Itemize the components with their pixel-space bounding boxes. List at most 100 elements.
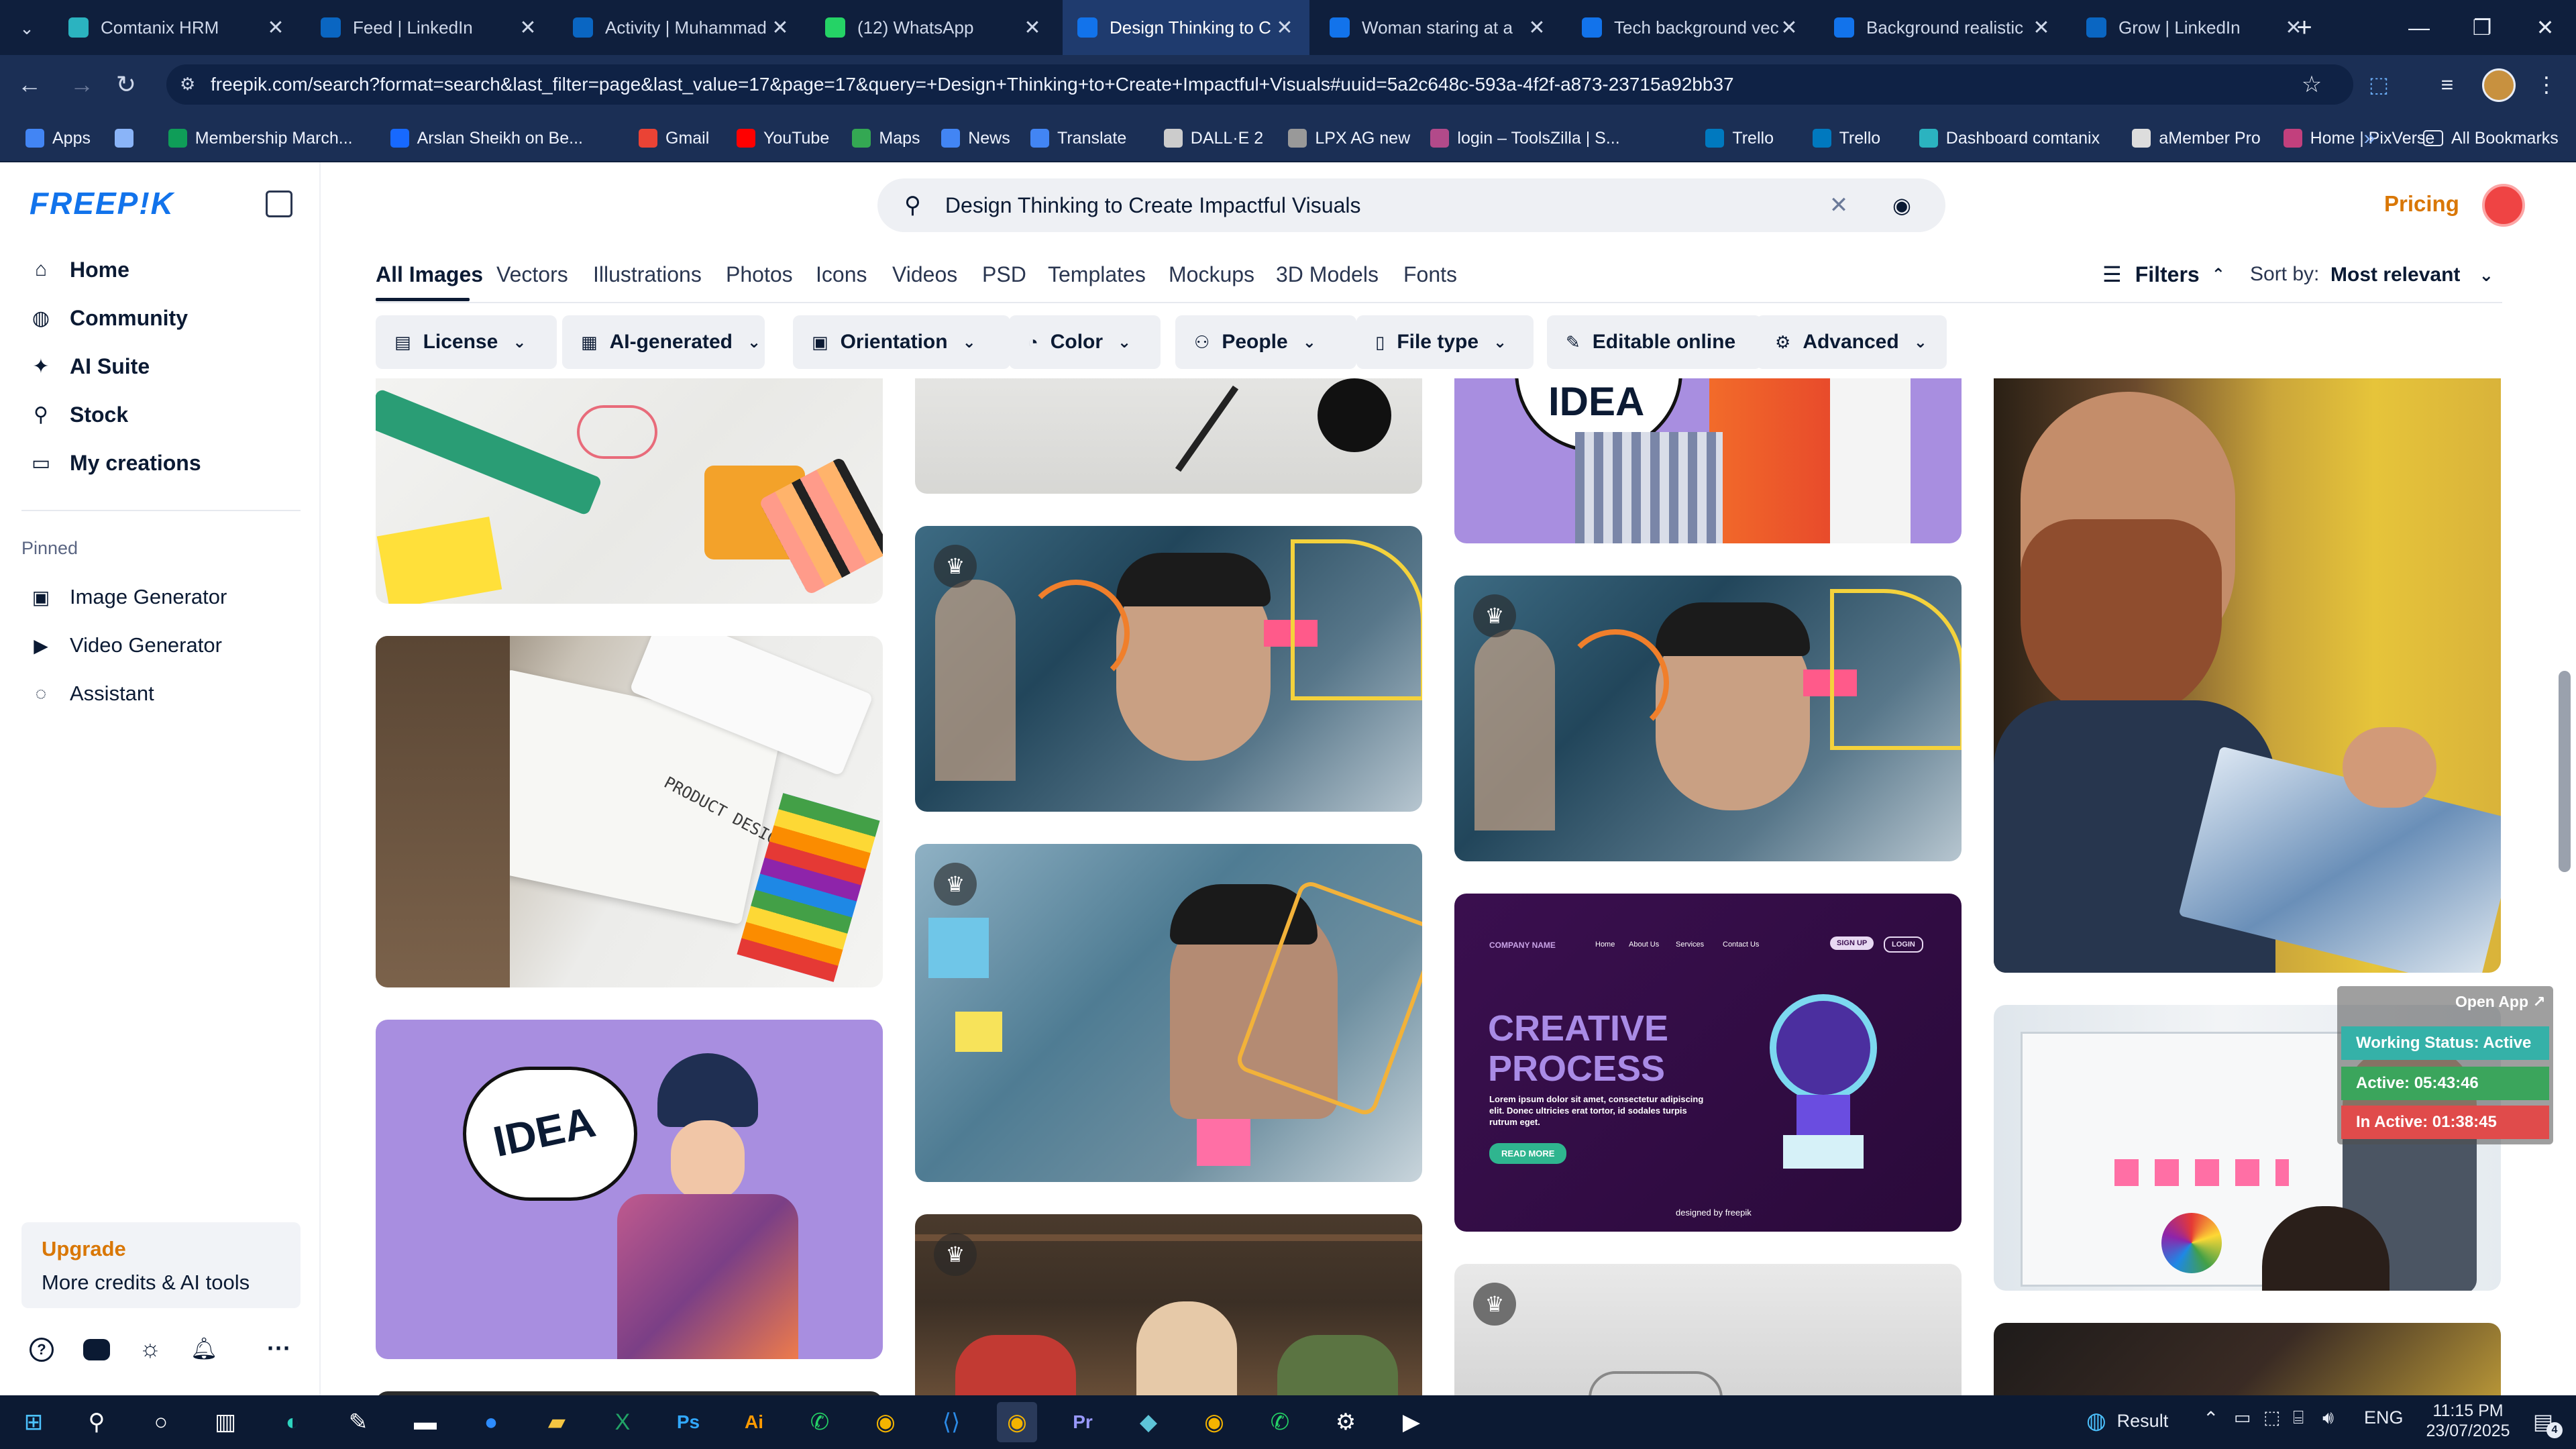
image-card-idea-woman[interactable]: IDEA: [376, 1020, 883, 1359]
settings-gear-icon[interactable]: ⚙: [1326, 1402, 1366, 1442]
sidebar-item-my-creations[interactable]: ▭ My creations: [30, 444, 201, 482]
back-arrow-icon[interactable]: ←: [15, 70, 44, 99]
category-tab-mockups[interactable]: Mockups: [1169, 258, 1254, 291]
more-options-icon[interactable]: ···: [266, 1334, 292, 1362]
filters-button[interactable]: ☰ Filters ⌃: [2102, 258, 2225, 291]
bookmark-item[interactable]: login – ToolsZilla | S...: [1430, 114, 1620, 162]
bookmark-item[interactable]: Trello: [1812, 114, 1880, 162]
bookmark-item[interactable]: Translate: [1030, 114, 1126, 162]
image-card-bearded-artist[interactable]: [1994, 378, 2501, 973]
browser-tab[interactable]: Activity | Muhammad ✕: [558, 0, 805, 55]
close-tab-icon[interactable]: ✕: [266, 16, 286, 40]
profile-avatar[interactable]: [2482, 68, 2516, 102]
browser-tab[interactable]: (12) WhatsApp ✕: [810, 0, 1057, 55]
image-card-product-design[interactable]: PRODUCT DESIGN: [376, 636, 883, 987]
bookmark-item[interactable]: Dashboard comtanix: [1919, 114, 2100, 162]
user-avatar[interactable]: [2482, 184, 2525, 227]
close-tab-icon[interactable]: ✕: [1527, 16, 1547, 40]
tray-chevron-up-icon[interactable]: ⌃: [2203, 1407, 2218, 1430]
all-bookmarks-button[interactable]: All Bookmarks: [2423, 114, 2559, 162]
whatsapp-second-icon[interactable]: ✆: [1260, 1402, 1300, 1442]
category-tab-videos[interactable]: Videos: [892, 258, 957, 291]
bookmark-item[interactable]: News: [941, 114, 1010, 162]
image-card-man-glass-board-1[interactable]: ♛: [915, 526, 1422, 812]
meet-now-icon[interactable]: ▭: [2234, 1407, 2251, 1428]
filter-chip-orientation[interactable]: ▣ Orientation ⌄: [793, 315, 1010, 369]
address-bar[interactable]: ⚙ freepik.com/search?format=search&last_…: [166, 64, 2353, 105]
notifications-bell-icon[interactable]: 🔔︎: [191, 1335, 218, 1362]
media-controls-icon[interactable]: ≡: [2432, 70, 2462, 99]
collapse-sidebar-icon[interactable]: [266, 191, 292, 217]
category-tab-illustrations[interactable]: Illustrations: [593, 258, 702, 291]
zoom-icon[interactable]: ●: [471, 1402, 511, 1442]
sidebar-item-home[interactable]: ⌂ Home: [30, 251, 129, 288]
browser-tab[interactable]: Design Thinking to C ✕: [1063, 0, 1309, 55]
pen-tool-icon[interactable]: ✎: [338, 1402, 378, 1442]
bookmark-item[interactable]: Apps: [25, 114, 91, 162]
whatsapp-taskbar-icon[interactable]: ✆: [800, 1402, 840, 1442]
filter-chip-license[interactable]: ▤ License ⌄: [376, 315, 557, 369]
filter-chip-people[interactable]: ⚇ People ⌄: [1175, 315, 1356, 369]
close-tab-icon[interactable]: ✕: [770, 16, 790, 40]
photoshop-icon[interactable]: Ps: [668, 1402, 708, 1442]
extensions-icon[interactable]: ⬚: [2364, 70, 2394, 99]
bookmark-item[interactable]: DALL·E 2: [1163, 114, 1263, 162]
bookmarks-overflow-chevron-icon[interactable]: »: [2355, 123, 2384, 153]
media-player-icon[interactable]: ▶: [1391, 1402, 1432, 1442]
browser-tab[interactable]: Background realistic ✕: [1819, 0, 2066, 55]
close-tab-icon[interactable]: ✕: [1779, 16, 1799, 40]
sidebar-item-community[interactable]: ◍ Community: [30, 299, 188, 337]
vscode-icon[interactable]: ⟨⟩: [931, 1402, 971, 1442]
bookmark-item[interactable]: YouTube: [737, 114, 829, 162]
filter-chip-file-type[interactable]: ▯ File type ⌄: [1356, 315, 1534, 369]
bookmark-item[interactable]: Arslan Sheikh on Be...: [390, 114, 583, 162]
chrome-profile-icon[interactable]: ◉: [1194, 1402, 1234, 1442]
category-tab-icons[interactable]: Icons: [816, 258, 867, 291]
category-tab-fonts[interactable]: Fonts: [1403, 258, 1457, 291]
excel-icon[interactable]: X: [602, 1402, 643, 1442]
network-icon[interactable]: ⌸: [2293, 1407, 2304, 1429]
sidebar-item-stock[interactable]: ⚲ Stock: [30, 396, 128, 433]
close-window-icon[interactable]: ✕: [2514, 0, 2576, 55]
browser-tab[interactable]: Tech background vec ✕: [1567, 0, 1814, 55]
image-card-craft-supplies[interactable]: [376, 378, 883, 604]
close-tab-icon[interactable]: ✕: [1022, 16, 1042, 40]
help-icon[interactable]: ?: [30, 1338, 54, 1362]
clear-search-close-icon[interactable]: ✕: [1822, 192, 1856, 219]
image-card-man-glass-board-3[interactable]: ♛: [1454, 576, 1962, 861]
new-tab-plus-icon[interactable]: +: [2286, 9, 2322, 46]
clock[interactable]: 11:15 PM 23/07/2025: [2418, 1401, 2518, 1441]
open-app-link[interactable]: Open App ↗: [2455, 993, 2546, 1011]
close-tab-icon[interactable]: ✕: [2031, 16, 2051, 40]
category-tab-3d-models[interactable]: 3D Models: [1276, 258, 1379, 291]
bookmark-item[interactable]: Gmail: [639, 114, 709, 162]
filter-chip-advanced[interactable]: ⚙ Advanced ⌄: [1756, 315, 1947, 369]
browser-tab[interactable]: Feed | LinkedIn ✕: [306, 0, 553, 55]
category-tab-photos[interactable]: Photos: [726, 258, 793, 291]
category-tab-templates[interactable]: Templates: [1048, 258, 1146, 291]
filter-chip-editable-online[interactable]: ✎ Editable online: [1547, 315, 1762, 369]
upgrade-card[interactable]: Upgrade More credits & AI tools: [21, 1222, 301, 1308]
category-tab-psd[interactable]: PSD: [982, 258, 1026, 291]
filter-chip-ai-generated[interactable]: ▦ AI-generated ⌄: [562, 315, 765, 369]
bookmark-item[interactable]: LPX AG new: [1288, 114, 1410, 162]
terminal-icon[interactable]: ▬: [405, 1402, 445, 1442]
pinned-item-image-generator[interactable]: ▣ Image Generator: [30, 578, 227, 616]
image-card-dark-partial[interactable]: [1994, 1323, 2501, 1395]
weather-widget[interactable]: ◍ Result: [2086, 1407, 2168, 1434]
edge-browser-icon[interactable]: ◐: [272, 1402, 313, 1442]
close-tab-icon[interactable]: ✕: [1275, 16, 1295, 40]
bookmark-item[interactable]: aMember Pro: [2132, 114, 2261, 162]
file-explorer-icon[interactable]: ▰: [537, 1402, 577, 1442]
image-card-team-meeting[interactable]: ♛: [915, 1214, 1422, 1395]
sidebar-item-ai-suite[interactable]: ✦ AI Suite: [30, 347, 150, 385]
screen-capture-icon[interactable]: ⬚: [2263, 1407, 2281, 1428]
sort-dropdown[interactable]: Most relevant ⌄: [2330, 262, 2493, 288]
search-bar[interactable]: ⚲ Design Thinking to Create Impactful Vi…: [877, 178, 1945, 232]
browser-tab[interactable]: Grow | LinkedIn ✕: [2072, 0, 2318, 55]
language-indicator[interactable]: ENG: [2364, 1407, 2404, 1428]
page-scrollbar-thumb[interactable]: [2559, 671, 2571, 872]
bookmark-item[interactable]: [114, 114, 142, 162]
illustrator-icon[interactable]: Ai: [734, 1402, 774, 1442]
image-card-idea-man[interactable]: IDEA: [1454, 378, 1962, 543]
